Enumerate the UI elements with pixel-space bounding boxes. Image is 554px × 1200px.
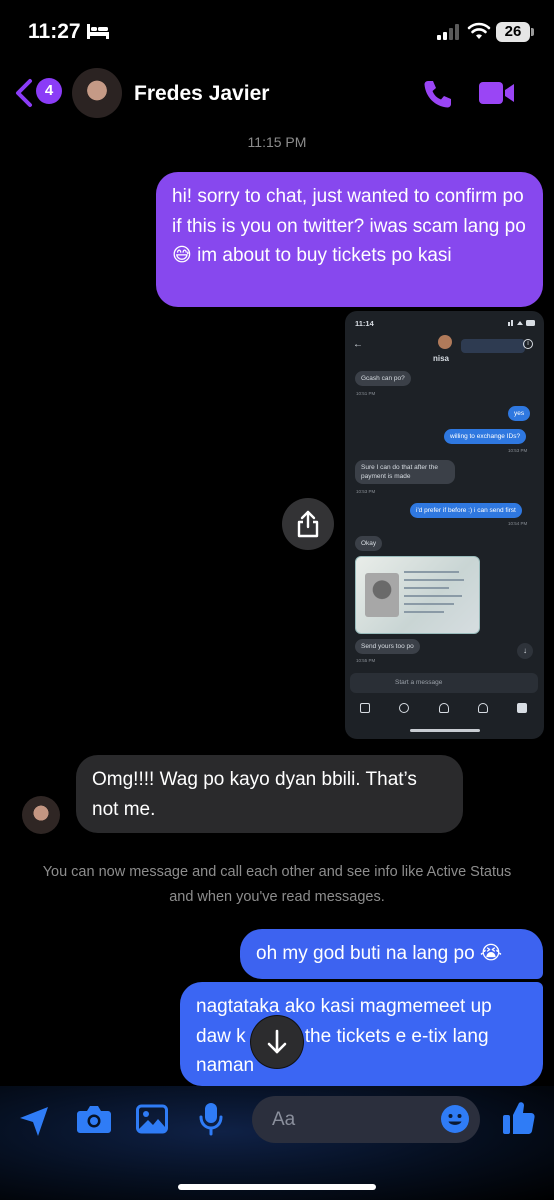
chevron-left-icon xyxy=(16,79,32,107)
shot-back-arrow-icon: ← xyxy=(353,339,363,350)
location-arrow-icon[interactable] xyxy=(18,1104,50,1138)
shot-blurred-region xyxy=(461,339,525,353)
shot-grok-icon xyxy=(439,703,449,713)
shot-contact-name: nisa xyxy=(433,354,450,363)
chat-header: 4 Fredes Javier xyxy=(0,62,554,126)
shot-message-out: willing to exchange IDs? xyxy=(444,429,527,444)
share-button[interactable] xyxy=(282,498,334,550)
contact-name[interactable]: Fredes Javier xyxy=(134,82,269,106)
shot-status-icons xyxy=(508,320,535,326)
scroll-to-bottom-button[interactable] xyxy=(251,1016,303,1068)
share-icon xyxy=(297,510,319,538)
microphone-icon[interactable] xyxy=(198,1102,224,1136)
shot-message-in: Sure I can do that after the payment is … xyxy=(355,460,455,484)
shot-id-line xyxy=(404,603,454,605)
back-button[interactable]: 4 xyxy=(14,76,62,110)
shot-home-icon xyxy=(360,703,370,713)
system-notice: You can now message and call each other … xyxy=(42,864,512,905)
unread-count-badge: 4 xyxy=(36,78,62,104)
wifi-icon xyxy=(467,22,491,39)
incoming-message[interactable]: Omg!!!! Wag po kayo dyan bbili. That’s n… xyxy=(76,755,463,833)
shot-input-placeholder: Start a message xyxy=(395,679,443,686)
shot-message-time: 10:53 PM xyxy=(508,448,528,453)
shot-scroll-down-icon: ↓ xyxy=(517,643,533,659)
shot-message-in: Send yours too po xyxy=(355,639,420,654)
shot-id-card-image xyxy=(355,556,480,634)
outgoing-message[interactable]: oh my god buti na lang po 😭 xyxy=(240,929,543,979)
outgoing-message[interactable]: nagtataka ako kasi magmemeet up daw k r … xyxy=(180,982,543,1086)
shot-avatar xyxy=(438,335,452,349)
shot-message-out: i'd prefer if before :) i can send first xyxy=(410,503,522,518)
shot-message-time: 10:53 PM xyxy=(356,489,376,494)
shot-info-icon: i xyxy=(523,339,533,349)
shot-home-indicator xyxy=(410,729,480,732)
status-bar: 11:27 26 xyxy=(0,0,554,60)
shot-message-input xyxy=(350,673,538,693)
shot-search-icon xyxy=(399,703,409,713)
shot-id-line xyxy=(404,595,462,597)
shot-message-out: yes xyxy=(508,406,531,421)
thread-timestamp: 11:15 PM xyxy=(247,134,307,150)
shot-id-photo xyxy=(365,573,399,617)
gallery-icon[interactable] xyxy=(136,1104,168,1134)
shot-id-line xyxy=(404,579,464,581)
shot-message-in: Gcash can po? xyxy=(355,371,411,386)
shot-bell-icon xyxy=(478,703,488,713)
shot-id-line xyxy=(404,571,459,573)
outgoing-message[interactable]: hi! sorry to chat, just wanted to confir… xyxy=(156,172,543,307)
battery-nub xyxy=(531,28,534,36)
status-time: 11:27 xyxy=(28,20,81,43)
home-indicator xyxy=(178,1184,376,1190)
camera-icon[interactable] xyxy=(76,1104,112,1134)
bed-icon xyxy=(87,24,109,39)
shot-id-line xyxy=(404,611,444,613)
emoji-icon[interactable] xyxy=(440,1104,470,1134)
contact-avatar[interactable] xyxy=(72,68,122,118)
shot-message-in: Okay xyxy=(355,536,383,551)
shot-mail-icon xyxy=(517,703,527,713)
shot-message-time: 10:55 PM xyxy=(356,658,376,663)
shot-id-line xyxy=(404,587,449,589)
shot-message-time: 10:54 PM xyxy=(508,521,528,526)
signal-icon xyxy=(437,24,459,40)
arrow-down-icon xyxy=(267,1029,287,1054)
shot-message-time: 10:51 PM xyxy=(356,391,376,396)
shot-status-time: 11:14 xyxy=(355,319,374,328)
battery-indicator: 26 xyxy=(496,22,530,42)
attached-screenshot-image[interactable]: 11:14 ← i nisa Gcash can po? 10:51 PM ye… xyxy=(345,311,544,739)
thumbs-up-icon[interactable] xyxy=(502,1100,536,1136)
contact-avatar-small[interactable] xyxy=(22,796,60,834)
video-call-icon[interactable] xyxy=(478,80,516,106)
phone-call-icon[interactable] xyxy=(422,78,454,110)
